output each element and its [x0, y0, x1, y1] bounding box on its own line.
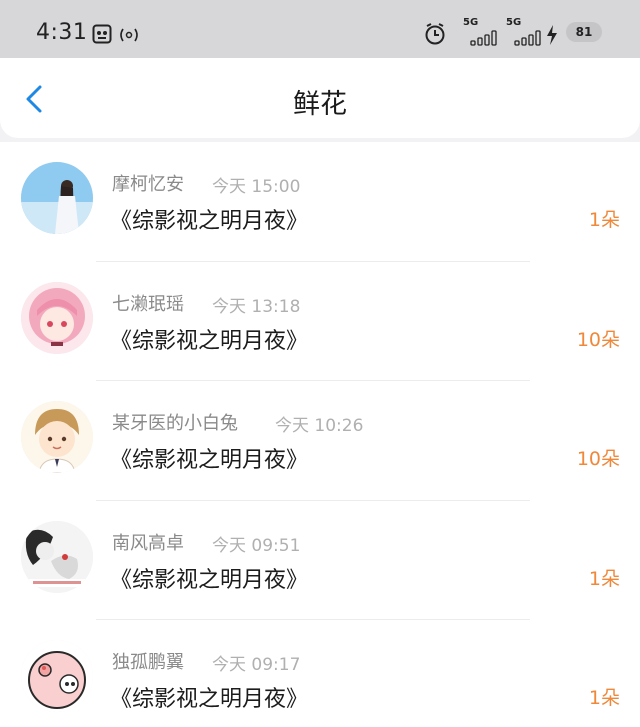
- flower-count: 1朵: [588, 209, 620, 231]
- avatar[interactable]: [21, 520, 93, 593]
- avatar[interactable]: [21, 640, 93, 712]
- timestamp: 今天 10:26: [275, 416, 364, 436]
- user-name[interactable]: 南风高卓: [112, 529, 184, 555]
- alarm-icon: [425, 23, 445, 45]
- status-bar: 4:31 5G 5G 81: [0, 0, 640, 58]
- flower-count: 10朵: [576, 328, 620, 351]
- flower-count: 1朵: [588, 687, 620, 709]
- network-label-1: 5G: [463, 17, 479, 28]
- list-item[interactable]: 某牙医的小白兔 今天 10:26 《综影视之明月夜》 10朵: [0, 381, 640, 501]
- user-name[interactable]: 独孤鹏翼: [112, 648, 184, 674]
- list-item[interactable]: 摩柯忆安 今天 15:00 《综影视之明月夜》 1朵: [0, 142, 640, 262]
- book-title[interactable]: 《综影视之明月夜》: [110, 562, 308, 594]
- list-item[interactable]: 七濑珉瑶 今天 13:18 《综影视之明月夜》 10朵: [0, 262, 640, 381]
- book-title[interactable]: 《综影视之明月夜》: [110, 203, 308, 235]
- user-name[interactable]: 某牙医的小白兔: [112, 409, 238, 435]
- avatar[interactable]: [21, 281, 93, 354]
- avatar[interactable]: [21, 401, 93, 473]
- user-name[interactable]: 摩柯忆安: [112, 170, 184, 196]
- charging-icon: [547, 25, 557, 45]
- avatar[interactable]: [21, 162, 93, 234]
- list-item[interactable]: 南风高卓 今天 09:51 《综影视之明月夜》 1朵: [0, 501, 640, 620]
- battery-icon: 81: [566, 22, 602, 42]
- flower-list: 摩柯忆安 今天 15:00 《综影视之明月夜》 1朵 七濑珉瑶 今天 13:18…: [0, 142, 640, 727]
- book-title[interactable]: 《综影视之明月夜》: [110, 442, 308, 474]
- page-title: 鲜花: [293, 89, 347, 120]
- list-item[interactable]: 独孤鹏翼 今天 09:17 《综影视之明月夜》 1朵: [0, 620, 640, 727]
- hotspot-icon: [120, 28, 138, 42]
- timestamp: 今天 09:51: [212, 535, 301, 556]
- timestamp: 今天 13:18: [212, 296, 301, 317]
- battery-level: 81: [575, 25, 593, 39]
- status-time: 4:31: [36, 20, 88, 45]
- signal-icon: [514, 30, 541, 46]
- book-title[interactable]: 《综影视之明月夜》: [110, 323, 308, 355]
- screen-record-icon: [92, 24, 112, 44]
- timestamp: 今天 15:00: [212, 177, 301, 197]
- timestamp: 今天 09:17: [212, 655, 301, 675]
- flower-count: 10朵: [576, 448, 620, 470]
- signal-icon: [470, 30, 497, 46]
- flower-count: 1朵: [588, 567, 620, 590]
- user-name[interactable]: 七濑珉瑶: [112, 290, 184, 316]
- network-label-2: 5G: [506, 17, 522, 28]
- book-title[interactable]: 《综影视之明月夜》: [110, 681, 308, 713]
- header: 鲜花: [0, 58, 640, 138]
